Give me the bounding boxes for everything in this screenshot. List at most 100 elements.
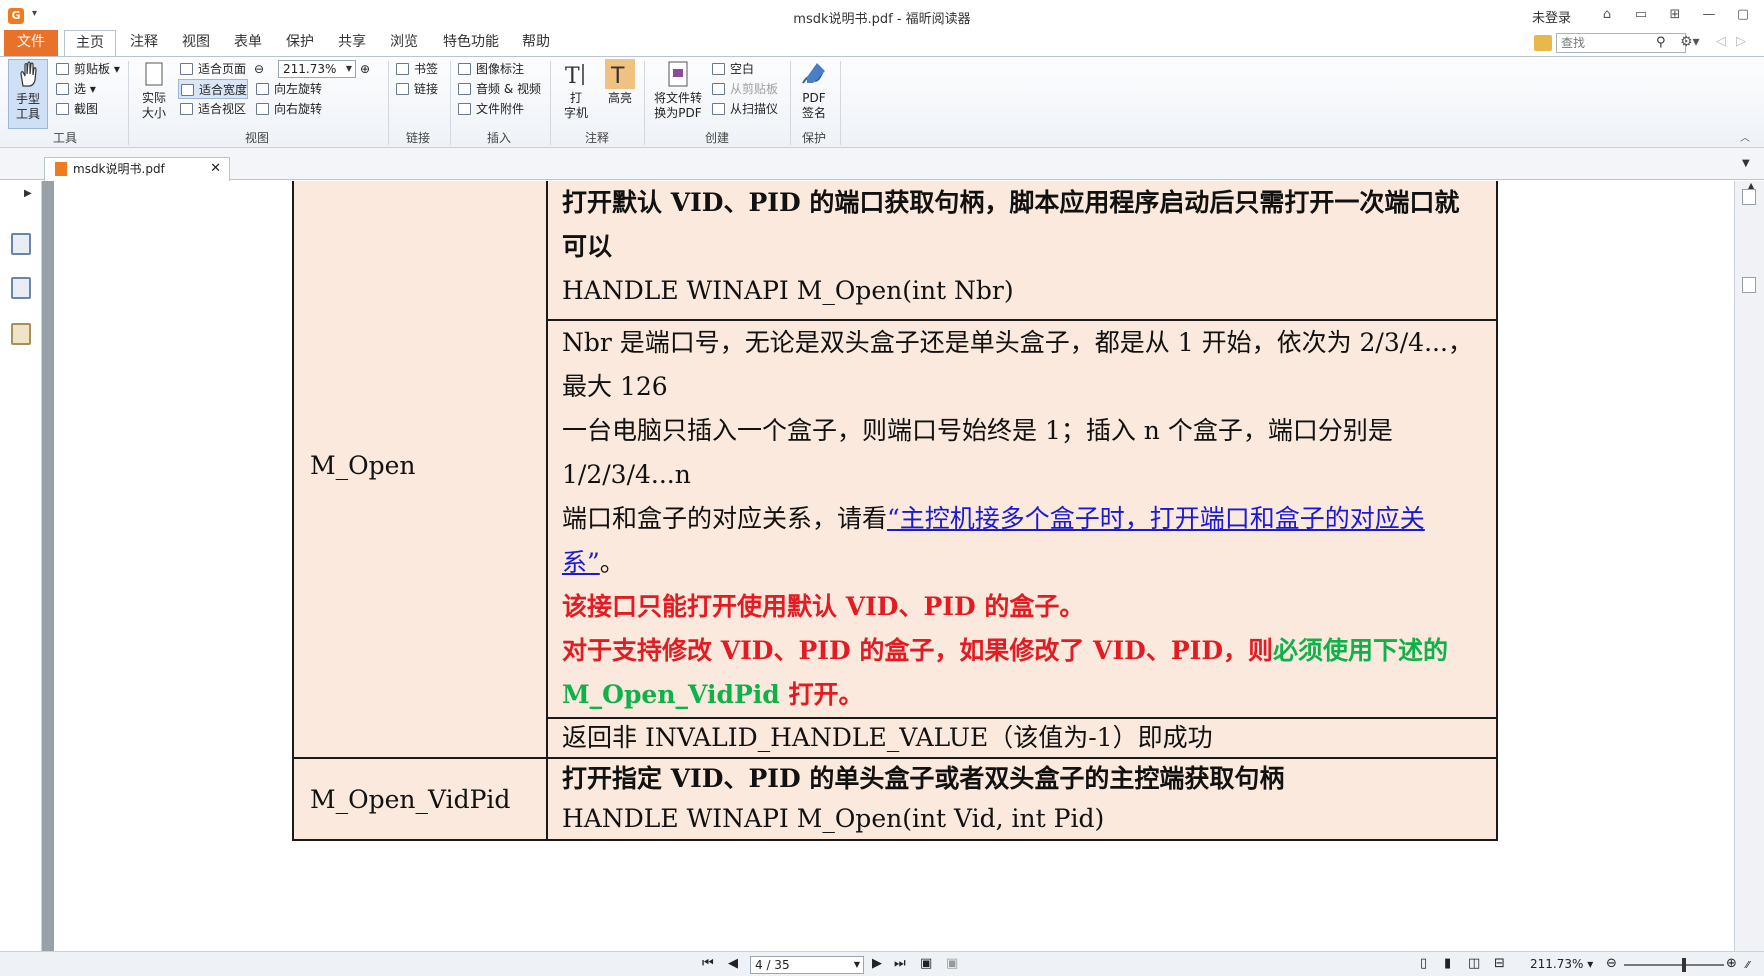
document-tab[interactable]: msdk说明书.pdf ✕: [44, 157, 230, 181]
fit-width-button[interactable]: 适合宽度: [178, 79, 249, 99]
folder-search-icon[interactable]: [1534, 35, 1552, 51]
zoom-out-icon[interactable]: ⊖: [1606, 956, 1617, 971]
group-separator: [550, 61, 551, 145]
zoom-in-icon: ⊕: [360, 62, 371, 76]
tab-comment[interactable]: 注释: [122, 30, 166, 56]
parameter-text: 端口和盒子的对应关系，请看: [562, 504, 888, 533]
zoom-in-button[interactable]: ⊕: [358, 59, 374, 79]
rotate-right-button[interactable]: 向右旋转: [254, 99, 322, 119]
maximize-icon[interactable]: ▢: [1726, 5, 1760, 25]
previous-view-icon[interactable]: ▣: [920, 956, 932, 971]
tab-share[interactable]: 共享: [330, 30, 374, 56]
close-tab-icon[interactable]: ✕: [210, 158, 221, 180]
rotate-left-button[interactable]: 向左旋转: [254, 79, 322, 99]
group-separator: [388, 61, 389, 145]
next-view-icon[interactable]: ▣: [946, 956, 958, 971]
panel-splitter[interactable]: [42, 181, 54, 951]
ribbon: 手型 工具 剪贴板 ▾ 选 ▾ 截图 工具 实际 大小 适合页面 适合宽度 适合…: [0, 56, 1764, 148]
tab-file[interactable]: 文件: [4, 30, 58, 56]
status-zoom[interactable]: 211.73% ▾: [1530, 957, 1593, 971]
from-clipboard-button[interactable]: 从剪贴板: [710, 79, 778, 99]
first-page-icon[interactable]: ⏮: [702, 956, 714, 971]
link-button[interactable]: 链接: [394, 79, 438, 99]
zoom-slider[interactable]: [1624, 964, 1724, 966]
audio-video-button[interactable]: 音频 & 视频: [456, 79, 541, 99]
function-signature: HANDLE WINAPI M_Open(int Nbr): [562, 276, 1014, 305]
return-cell: 返回非 INVALID_HANDLE_VALUE（该值为-1）即成功: [546, 717, 1498, 759]
screenshot-button[interactable]: 截图: [54, 99, 98, 119]
bookmark-button[interactable]: 书签: [394, 59, 438, 79]
convert-pdf-icon: [668, 61, 688, 87]
layers-icon[interactable]: [11, 277, 31, 299]
continuous-page-icon[interactable]: ▮: [1444, 956, 1451, 971]
svg-text:T: T: [565, 64, 580, 89]
grid-icon[interactable]: ⊞: [1658, 5, 1692, 25]
resize-grip-icon[interactable]: ⁄⁄: [1746, 960, 1749, 971]
tab-features[interactable]: 特色功能: [436, 30, 506, 56]
from-scanner-button[interactable]: 从扫描仪: [710, 99, 778, 119]
zoom-select[interactable]: 211.73% ▼: [278, 60, 356, 78]
close-icon[interactable]: ✕: [1760, 5, 1764, 25]
blank-pdf-button[interactable]: 空白: [710, 59, 754, 79]
last-page-icon[interactable]: ⏭: [894, 956, 906, 971]
tab-list-dropdown-icon[interactable]: ▼: [1742, 158, 1750, 169]
gear-icon[interactable]: ⚙▾: [1680, 34, 1700, 50]
clipboard-button[interactable]: 剪贴板 ▾: [54, 59, 120, 79]
scroll-thumb[interactable]: [1742, 277, 1756, 293]
previous-page-icon[interactable]: ◀: [728, 956, 738, 971]
zoom-out-button[interactable]: ⊖: [252, 59, 268, 79]
tab-browse[interactable]: 浏览: [382, 30, 426, 56]
tab-view[interactable]: 视图: [174, 30, 218, 56]
comments-icon[interactable]: [11, 323, 31, 345]
page-thumbnail-icon[interactable]: [11, 233, 31, 255]
warning-text-red: 对于支持修改 VID、PID 的盒子，如果修改了 VID、PID，则: [562, 636, 1274, 665]
tab-help[interactable]: 帮助: [514, 30, 558, 56]
nav-arrows-icon[interactable]: ◁▷: [1716, 34, 1756, 49]
tab-protect[interactable]: 保护: [278, 30, 322, 56]
next-page-icon[interactable]: ▶: [872, 956, 882, 971]
zoom-out-icon: ⊖: [254, 62, 265, 76]
typewriter-button[interactable]: T 打 字机: [556, 59, 596, 121]
zoom-in-icon[interactable]: ⊕: [1726, 956, 1737, 971]
split-handle[interactable]: [1742, 189, 1756, 205]
file-attachment-button[interactable]: 文件附件: [456, 99, 524, 119]
fit-view-button[interactable]: 适合视区: [178, 99, 246, 119]
parameter-text: 。: [599, 548, 625, 577]
document-viewport[interactable]: M_Open 打开默认 VID、PID 的端口获取句柄，脚本应用程序启动后只需打…: [54, 181, 1734, 951]
tab-home[interactable]: 主页: [64, 30, 116, 57]
hand-tool-button[interactable]: 手型 工具: [8, 59, 48, 129]
collapse-ribbon-icon[interactable]: ︿: [1740, 129, 1750, 144]
minimize-icon[interactable]: —: [1692, 5, 1726, 25]
warning-text-red: 打开。: [779, 680, 864, 709]
select-button[interactable]: 选 ▾: [54, 79, 96, 99]
restore-ribbon-icon[interactable]: ▭: [1624, 5, 1658, 25]
facing-page-icon[interactable]: ◫: [1468, 956, 1480, 971]
tab-form[interactable]: 表单: [226, 30, 270, 56]
pen-sign-icon: [802, 63, 825, 84]
audio-video-label: 音频 & 视频: [476, 82, 541, 96]
chevron-down-icon: ▼: [853, 960, 860, 969]
skin-icon[interactable]: ⌂: [1590, 5, 1624, 25]
function-name: M_Open_VidPid: [310, 784, 511, 814]
expand-panel-icon[interactable]: ▶: [24, 188, 32, 199]
single-page-icon[interactable]: ▯: [1420, 956, 1427, 971]
fit-view-label: 适合视区: [198, 102, 247, 116]
bookmark-icon: [396, 63, 409, 75]
highlight-button[interactable]: T 高亮: [600, 59, 640, 106]
continuous-facing-icon[interactable]: ⊟: [1494, 956, 1505, 971]
convert-to-pdf-button[interactable]: 将文件转 换为PDF: [650, 59, 706, 121]
fit-page-button[interactable]: 适合页面: [178, 59, 246, 79]
actual-size-button[interactable]: 实际 大小: [134, 59, 174, 121]
page-number-input[interactable]: 4 / 35 ▼: [750, 956, 864, 974]
chevron-down-icon: ▼: [345, 64, 352, 73]
search-icon[interactable]: ⚲: [1656, 35, 1666, 50]
function-name: M_Open: [310, 450, 416, 480]
clipboard-label: 剪贴板: [74, 62, 111, 76]
search-input[interactable]: [1556, 33, 1686, 53]
image-annotation-button[interactable]: 图像标注: [456, 59, 524, 79]
login-link[interactable]: 未登录: [1532, 7, 1571, 26]
vertical-scrollbar[interactable]: ▲: [1734, 181, 1764, 951]
pdf-sign-button[interactable]: PDF 签名: [794, 59, 834, 121]
zoom-slider-knob[interactable]: [1682, 958, 1686, 972]
fit-page-label: 适合页面: [198, 62, 247, 76]
